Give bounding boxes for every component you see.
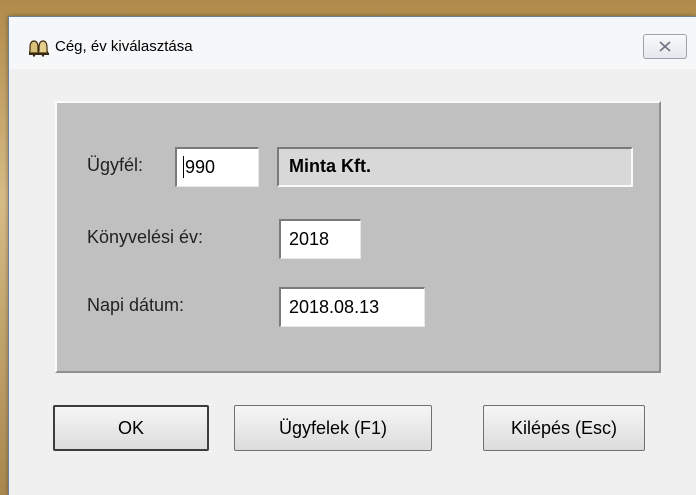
bell-pair-icon — [28, 39, 49, 57]
desktop-background: Cég, év kiválasztása Ügyfél: 990 Minta K… — [0, 0, 696, 495]
selection-panel: Ügyfél: 990 Minta Kft. Könyvelési év: 20… — [55, 101, 661, 373]
client-name-value: Minta Kft. — [289, 156, 371, 176]
client-name-display: Minta Kft. — [277, 147, 633, 187]
close-x-icon — [659, 41, 671, 52]
close-button[interactable] — [643, 34, 687, 59]
client-code-input[interactable]: 990 — [175, 147, 259, 187]
date-input[interactable]: 2018.08.13 — [279, 287, 425, 327]
dialog-body: Ügyfél: 990 Minta Kft. Könyvelési év: 20… — [9, 69, 696, 495]
window-title: Cég, év kiválasztása — [55, 38, 193, 55]
year-label: Könyvelési év: — [87, 227, 204, 247]
ok-button[interactable]: OK — [53, 405, 209, 451]
text-caret — [183, 156, 184, 178]
exit-button[interactable]: Kilépés (Esc) — [483, 405, 645, 451]
date-value: 2018.08.13 — [289, 297, 380, 317]
clients-button[interactable]: Ügyfelek (F1) — [234, 405, 432, 451]
company-year-dialog: Cég, év kiválasztása Ügyfél: 990 Minta K… — [8, 16, 696, 495]
title-bar[interactable]: Cég, év kiválasztása — [9, 17, 696, 69]
client-label: Ügyfél: — [87, 155, 144, 175]
year-value: 2018 — [289, 229, 330, 249]
year-input[interactable]: 2018 — [279, 219, 361, 259]
date-label: Napi dátum: — [87, 295, 185, 315]
client-code-value: 990 — [185, 157, 216, 177]
